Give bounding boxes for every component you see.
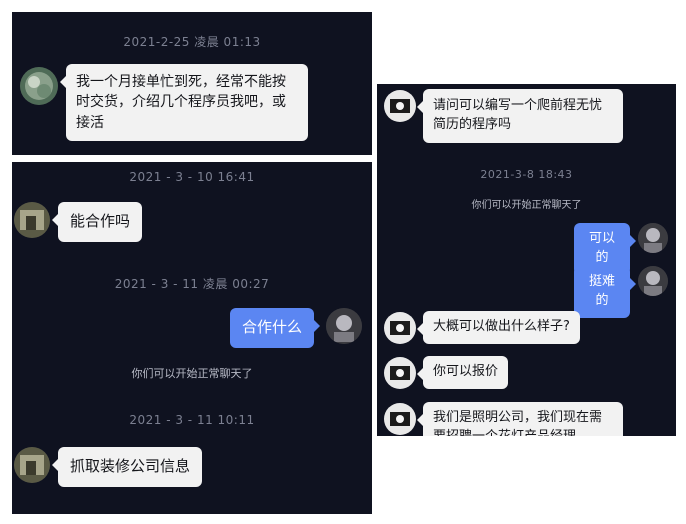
timestamp: 2021-2-25 凌晨 01:13	[123, 35, 261, 49]
avatar[interactable]	[14, 202, 50, 238]
avatar-image-icon	[384, 90, 416, 122]
avatar[interactable]	[384, 312, 416, 344]
avatar-image-icon	[638, 223, 668, 253]
avatar-image-icon	[14, 447, 50, 483]
incoming-message[interactable]: 大概可以做出什么样子?	[417, 311, 580, 344]
incoming-message[interactable]: 我们是照明公司，我们现在需要招聘一个花灯产品经理	[417, 402, 623, 436]
avatar[interactable]	[638, 266, 668, 296]
avatar-image-icon	[384, 403, 416, 435]
avatar-image-icon	[384, 312, 416, 344]
avatar-image-icon	[20, 67, 58, 105]
outgoing-message[interactable]: 挺难的	[574, 266, 636, 318]
avatar[interactable]	[20, 67, 58, 105]
avatar[interactable]	[14, 447, 50, 483]
avatar-image-icon	[326, 308, 362, 344]
incoming-message[interactable]: 抓取装修公司信息	[51, 447, 203, 487]
avatar-image-icon	[638, 266, 668, 296]
timestamp: 2021 - 3 - 11 10:11	[129, 413, 255, 427]
chat-panel-1: 2021-2-25 凌晨 01:13 我一个月接单忙到死，经常不能按时交货，介绍…	[12, 12, 372, 155]
avatar[interactable]	[384, 357, 416, 389]
timestamp: 2021 - 3 - 10 16:41	[129, 170, 255, 184]
incoming-message[interactable]: 我一个月接单忙到死，经常不能按时交货，介绍几个程序员我吧，或接活	[60, 64, 308, 141]
timestamp: 2021 - 3 - 11 凌晨 00:27	[114, 277, 270, 291]
avatar[interactable]	[326, 308, 362, 344]
system-message: 你们可以开始正常聊天了	[131, 367, 253, 380]
incoming-message[interactable]: 你可以报价	[416, 356, 509, 389]
avatar-image-icon	[14, 202, 50, 238]
avatar[interactable]	[638, 223, 668, 253]
incoming-message[interactable]: 能合作吗	[51, 202, 143, 242]
chat-panel-3: 请问可以编写一个爬前程无忧简历的程序吗 2021-3-8 18:43 你们可以开…	[377, 84, 676, 436]
system-message: 你们可以开始正常聊天了	[471, 200, 582, 211]
avatar[interactable]	[384, 90, 416, 122]
avatar-image-icon	[384, 357, 416, 389]
chat-panel-2: 2021 - 3 - 10 16:41 能合作吗 2021 - 3 - 11 凌…	[12, 162, 372, 514]
outgoing-message[interactable]: 合作什么	[230, 308, 321, 348]
timestamp: 2021-3-8 18:43	[480, 168, 573, 181]
avatar[interactable]	[384, 403, 416, 435]
incoming-message[interactable]: 请问可以编写一个爬前程无忧简历的程序吗	[417, 89, 623, 143]
